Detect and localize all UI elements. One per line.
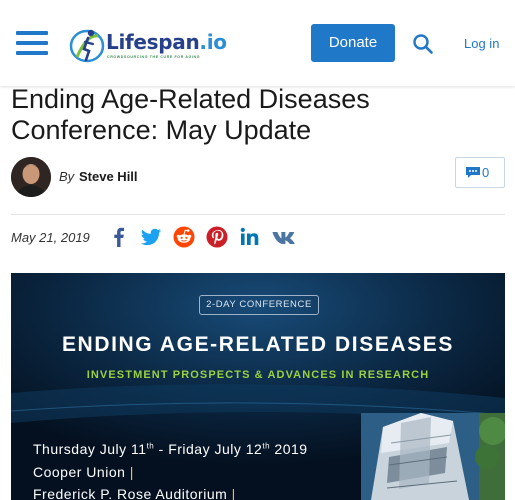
author-row: By Steve Hill 0	[11, 157, 505, 199]
hall-pipe: |	[231, 486, 236, 500]
donate-button[interactable]: Donate	[311, 24, 395, 62]
date-end: - Friday July 12	[154, 441, 263, 457]
login-link[interactable]: Log in	[464, 36, 499, 51]
twitter-icon[interactable]	[140, 226, 162, 248]
author-name[interactable]: Steve Hill	[79, 169, 138, 184]
comment-icon	[466, 167, 480, 178]
pinterest-icon[interactable]	[206, 226, 228, 248]
menu-icon[interactable]	[16, 31, 48, 57]
search-icon[interactable]	[412, 33, 434, 55]
banner-pill: 2-DAY CONFERENCE	[199, 295, 319, 315]
linkedin-icon[interactable]	[239, 226, 261, 248]
banner-dates: Thursday July 11th - Friday July 12th 20…	[33, 441, 308, 457]
banner-title: ENDING AGE-RELATED DISEASES	[61, 333, 455, 356]
vk-icon[interactable]	[272, 226, 295, 248]
logo-tagline: CROWDSOURCING THE CURE FOR AGING	[107, 55, 201, 59]
avatar[interactable]	[11, 157, 51, 197]
date-end-suffix: th	[262, 441, 271, 451]
comments-button[interactable]: 0	[455, 157, 505, 188]
logo-domain: .io	[199, 30, 227, 54]
publish-date: May 21, 2019	[11, 230, 90, 245]
reddit-icon[interactable]	[173, 226, 195, 248]
building-image	[361, 413, 505, 500]
venue-pipe: |	[129, 464, 134, 480]
divider	[11, 214, 505, 215]
banner-venue: Cooper Union |	[33, 464, 134, 480]
venue-name: Cooper Union	[33, 464, 126, 480]
banner-hall: Frederick P. Rose Auditorium |	[33, 486, 236, 500]
site-logo[interactable]: Lifespan.io CROWDSOURCING THE CURE FOR A…	[68, 24, 227, 68]
date-year: 2019	[270, 441, 308, 457]
comment-count: 0	[482, 165, 490, 180]
logo-wordmark: Lifespan.io	[106, 30, 227, 54]
article-title: Ending Age-Related Diseases Conference: …	[11, 84, 370, 145]
by-label: By	[59, 169, 75, 184]
conference-banner[interactable]: 2-DAY CONFERENCE ENDING AGE-RELATED DISE…	[11, 273, 505, 500]
banner-subtitle: INVESTMENT PROSPECTS & ADVANCES IN RESEA…	[86, 369, 430, 381]
logo-name: Lifespan	[106, 30, 200, 54]
site-header: Lifespan.io CROWDSOURCING THE CURE FOR A…	[0, 0, 515, 86]
hall-name: Frederick P. Rose Auditorium	[33, 486, 228, 500]
facebook-icon[interactable]	[108, 226, 130, 248]
date-start: Thursday July 11	[33, 441, 147, 457]
logo-mark-icon	[69, 29, 105, 63]
